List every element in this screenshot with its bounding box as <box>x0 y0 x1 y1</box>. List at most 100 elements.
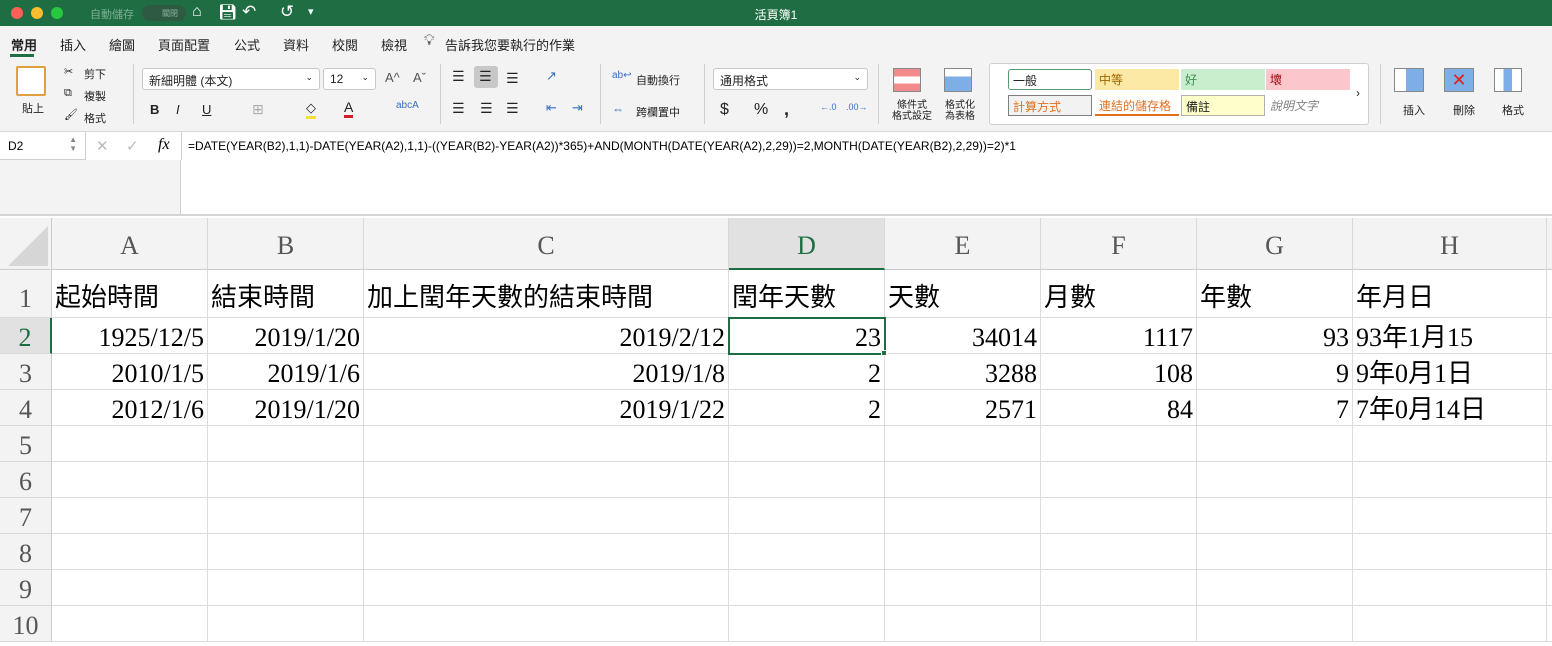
paste-icon[interactable] <box>16 66 46 96</box>
tab-draw[interactable]: 繪圖 <box>109 35 135 54</box>
style-bad[interactable]: 壞 <box>1266 69 1350 90</box>
paste-button[interactable]: 貼上 <box>22 100 44 116</box>
cell[interactable]: 34014 <box>885 318 1041 354</box>
cell[interactable]: 2019/2/12 <box>364 318 729 354</box>
cell[interactable] <box>1547 426 1552 462</box>
style-linked-cell[interactable]: 連結的儲存格 <box>1095 95 1179 116</box>
cell[interactable] <box>885 462 1041 498</box>
insert-cells-button[interactable]: 插入 <box>1403 102 1425 118</box>
cell[interactable]: 93 <box>1197 318 1353 354</box>
cell[interactable]: 起始時間 <box>52 270 208 318</box>
cell[interactable] <box>1041 462 1197 498</box>
cell[interactable] <box>729 534 885 570</box>
cell[interactable] <box>885 570 1041 606</box>
cell[interactable]: 7年0月14日 <box>1353 390 1547 426</box>
phonetic-icon[interactable]: abcA <box>396 100 419 111</box>
tab-insert[interactable]: 插入 <box>60 35 86 54</box>
conditional-format-icon[interactable] <box>893 68 921 92</box>
align-center-icon[interactable]: ☰ <box>480 100 493 117</box>
column-header-a[interactable]: A <box>52 218 208 270</box>
cell[interactable] <box>1353 462 1547 498</box>
cell[interactable] <box>364 426 729 462</box>
cell[interactable]: 7 <box>1197 390 1353 426</box>
align-left-icon[interactable]: ☰ <box>452 100 465 117</box>
align-right-icon[interactable]: ☰ <box>506 100 519 117</box>
cell[interactable] <box>885 534 1041 570</box>
cell[interactable]: 天數 <box>885 270 1041 318</box>
cell[interactable] <box>208 498 364 534</box>
fill-handle[interactable] <box>881 350 887 356</box>
cell[interactable] <box>1353 426 1547 462</box>
number-format-select[interactable]: 通用格式 ⌄ <box>713 68 868 90</box>
tab-page-layout[interactable]: 頁面配置 <box>158 35 210 54</box>
cell[interactable] <box>729 426 885 462</box>
column-header-e[interactable]: E <box>885 218 1041 270</box>
cell[interactable]: 1117 <box>1041 318 1197 354</box>
selected-cell[interactable]: 23 <box>728 317 886 355</box>
row-header-3[interactable]: 3 <box>0 354 52 390</box>
tab-review[interactable]: 校閱 <box>332 35 358 54</box>
styles-more-icon[interactable]: › <box>1356 86 1360 100</box>
style-note[interactable]: 備註 <box>1181 95 1265 116</box>
cell[interactable]: 93年1月15 <box>1353 318 1547 354</box>
column-header-f[interactable]: F <box>1041 218 1197 270</box>
cell[interactable]: 閏年天數 <box>729 270 885 318</box>
row-header-8[interactable]: 8 <box>0 534 52 570</box>
cell[interactable] <box>1197 534 1353 570</box>
tell-me-search[interactable]: 告訴我您要執行的作業 <box>445 35 575 54</box>
cancel-icon[interactable]: ✕ <box>96 137 109 155</box>
cell[interactable] <box>885 498 1041 534</box>
increase-font-icon[interactable]: A^ <box>385 70 400 85</box>
cell[interactable]: 2571 <box>885 390 1041 426</box>
cell[interactable]: 年數 <box>1197 270 1353 318</box>
delete-cells-icon[interactable]: ✕ <box>1444 68 1474 92</box>
cell[interactable] <box>1547 570 1552 606</box>
cell[interactable] <box>1197 462 1353 498</box>
tab-formulas[interactable]: 公式 <box>234 35 260 54</box>
enter-icon[interactable]: ✓ <box>126 137 139 155</box>
cell[interactable]: 2 <box>729 354 885 390</box>
delete-cells-button[interactable]: 刪除 <box>1453 102 1475 118</box>
cell[interactable] <box>729 570 885 606</box>
merge-center-button[interactable]: 跨欄置中 <box>636 104 680 120</box>
tab-data[interactable]: 資料 <box>283 35 309 54</box>
cell[interactable]: 加上閏年天數的結束時間 <box>364 270 729 318</box>
cell[interactable] <box>1041 570 1197 606</box>
cell[interactable]: 2010/1/5 <box>52 354 208 390</box>
name-box[interactable]: D2 ▲ ▼ <box>0 132 86 160</box>
cell[interactable] <box>1547 318 1552 354</box>
cell[interactable] <box>1547 270 1552 318</box>
tab-home[interactable]: 常用 <box>11 35 37 54</box>
column-header-g[interactable]: G <box>1197 218 1353 270</box>
currency-icon[interactable]: $ <box>720 101 729 119</box>
cell[interactable] <box>1353 498 1547 534</box>
increase-decimal-icon[interactable]: ←.0 <box>820 102 837 112</box>
bold-icon[interactable]: B <box>150 102 159 117</box>
conditional-format-button[interactable]: 條件式 格式設定 <box>892 100 932 122</box>
cell[interactable] <box>1547 390 1552 426</box>
percent-icon[interactable]: % <box>754 101 768 119</box>
underline-icon[interactable]: U <box>202 102 211 117</box>
cell[interactable]: 2019/1/20 <box>208 318 364 354</box>
format-cells-button[interactable]: 格式 <box>1502 102 1524 118</box>
row-header-5[interactable]: 5 <box>0 426 52 462</box>
align-bottom-icon[interactable]: ☰ <box>506 70 519 87</box>
cell[interactable]: 月數 <box>1041 270 1197 318</box>
format-as-table-button[interactable]: 格式化 為表格 <box>945 100 975 122</box>
cell[interactable] <box>1041 426 1197 462</box>
cell[interactable]: 9 <box>1197 354 1353 390</box>
font-name-select[interactable]: 新細明體 (本文) ⌄ <box>142 68 320 90</box>
row-header-1[interactable]: 1 <box>0 270 52 318</box>
tab-view[interactable]: 檢視 <box>381 35 407 54</box>
row-header-6[interactable]: 6 <box>0 462 52 498</box>
column-header-h[interactable]: H <box>1353 218 1547 270</box>
cell[interactable]: 2019/1/8 <box>364 354 729 390</box>
cell[interactable] <box>1041 534 1197 570</box>
cell[interactable] <box>364 498 729 534</box>
cell[interactable] <box>1353 534 1547 570</box>
copy-button[interactable]: 複製 <box>84 88 106 104</box>
format-cells-icon[interactable] <box>1494 68 1522 92</box>
align-top-icon[interactable]: ☰ <box>452 68 465 85</box>
cell[interactable] <box>1197 498 1353 534</box>
cell[interactable]: 2 <box>729 390 885 426</box>
